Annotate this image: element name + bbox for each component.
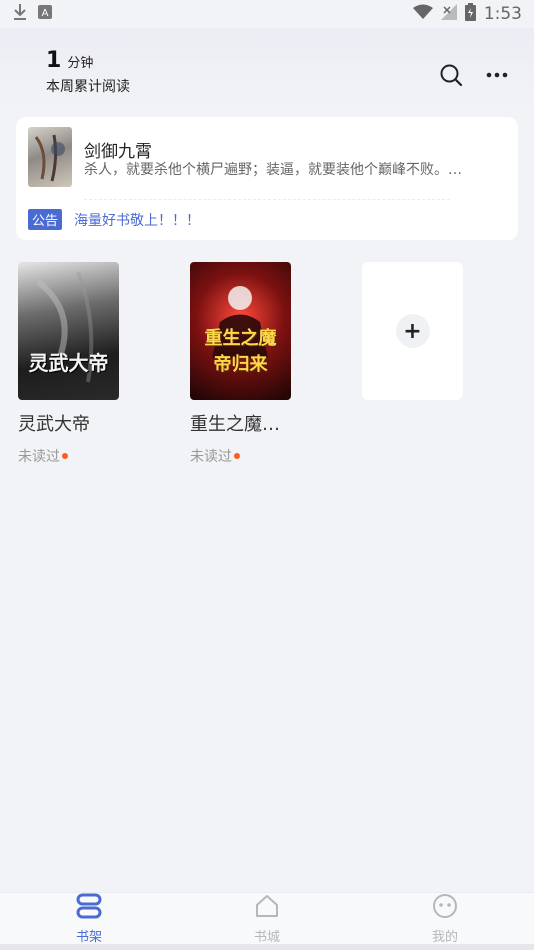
add-book-button[interactable]: + (362, 262, 463, 400)
book-cover-text: 重生之魔帝归来 (204, 328, 277, 375)
status-bar: A 1:53 (0, 0, 534, 28)
weekly-reading-count: 1 分钟 (46, 48, 93, 73)
download-icon (12, 3, 28, 26)
nav-item-profile[interactable]: 我的 (405, 893, 485, 945)
book-status: 未读过 (18, 446, 119, 466)
unread-dot (62, 453, 68, 459)
nav-label: 我的 (431, 929, 458, 945)
notice-row[interactable]: 公告 海量好书敬上！！！ (28, 209, 200, 230)
recommend-card[interactable]: 剑御九霄 杀人，就要杀他个横尸遍野；装逼，就要装他个巅峰不败。… 公告 海量好书… (16, 117, 518, 240)
notice-badge: 公告 (28, 209, 63, 230)
divider (84, 199, 450, 200)
more-icon[interactable] (484, 62, 510, 88)
nav-item-bookshelf[interactable]: 书架 (49, 893, 129, 945)
bookshelf-icon (76, 893, 102, 923)
svg-text:A: A (42, 8, 49, 19)
notice-text[interactable]: 海量好书敬上！！！ (74, 210, 200, 230)
no-signal-icon (440, 3, 457, 25)
a-icon: A (38, 4, 52, 24)
header: 1 分钟 本周累计阅读 (0, 28, 534, 110)
wifi-icon (412, 4, 433, 25)
reading-label: 本周累计阅读 (46, 79, 130, 95)
book-title[interactable]: 重生之魔… (190, 410, 291, 436)
clock: 1:53 (483, 4, 522, 24)
book-status: 未读过 (190, 446, 291, 466)
plus-icon: + (395, 314, 430, 348)
bookshelf-grid: 灵武大帝 灵武大帝 未读过 重生之魔帝归来 重生之魔… 未读过 + (18, 262, 463, 466)
read-status-text: 未读过 (18, 449, 60, 465)
recommend-book-description: 杀人，就要杀他个横尸遍野；装逼，就要装他个巅峰不败。… (84, 162, 462, 178)
add-book-slot[interactable]: + (362, 262, 463, 466)
nav-item-bookstore[interactable]: 书城 (227, 893, 307, 945)
battery-charging-icon (464, 2, 476, 26)
reading-unit: 分钟 (67, 56, 94, 71)
book-cover[interactable]: 灵武大帝 (18, 262, 119, 400)
book-title[interactable]: 灵武大帝 (18, 410, 119, 436)
book-item[interactable]: 重生之魔帝归来 重生之魔… 未读过 (190, 262, 291, 466)
read-status-text: 未读过 (190, 449, 232, 465)
home-icon (254, 893, 280, 923)
reading-minutes: 1 (46, 48, 62, 73)
book-item[interactable]: 灵武大帝 灵武大帝 未读过 (18, 262, 119, 466)
book-cover-text: 灵武大帝 (28, 351, 109, 375)
bottom-nav: 书架 书城 我的 (0, 892, 534, 945)
nav-label: 书架 (75, 929, 102, 945)
profile-icon (432, 893, 458, 923)
search-icon[interactable] (438, 62, 464, 88)
nav-label: 书城 (253, 929, 280, 945)
recommend-book-cover[interactable] (28, 127, 72, 187)
unread-dot (234, 453, 240, 459)
book-cover[interactable]: 重生之魔帝归来 (190, 262, 291, 400)
system-nav-strip (0, 944, 534, 950)
